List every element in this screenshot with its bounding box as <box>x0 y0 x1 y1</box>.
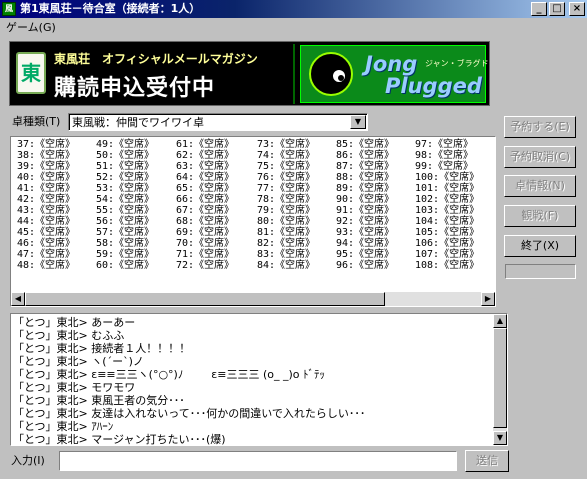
close-button[interactable]: × <box>569 2 585 16</box>
table-column-1[interactable]: 37:《空席》 38:《空席》 39:《空席》 40:《空席》 41:《空席》 … <box>17 139 75 271</box>
chat-input[interactable] <box>59 451 457 471</box>
send-button[interactable]: 送信 <box>465 450 509 472</box>
logo-line1: Jong <box>365 52 418 76</box>
scroll-up-icon[interactable]: ▲ <box>493 314 507 328</box>
ad-banner[interactable]: 東 東風荘 オフィシャルメールマガジン 購読申込受付中 Jong ジャン・ブラグ… <box>9 41 490 106</box>
pupil <box>338 75 344 81</box>
exit-button[interactable]: 終了(X) <box>504 235 576 257</box>
banner-divider <box>293 44 295 104</box>
vertical-scrollbar[interactable]: ▲ ▼ <box>493 314 507 445</box>
maximize-button[interactable]: □ <box>549 2 565 16</box>
chat-line: 「とつ」東北> 接続者１人！！！！ <box>13 342 191 355</box>
table-column-6[interactable]: 97:《空席》 98:《空席》 99:《空席》 100:《空席》 101:《空席… <box>415 139 479 271</box>
mascot-icon <box>309 52 353 96</box>
table-column-2[interactable]: 49:《空席》 50:《空席》 51:《空席》 52:《空席》 53:《空席》 … <box>96 139 154 271</box>
menu-bar: ゲーム(G) <box>0 19 587 37</box>
scroll-thumb[interactable] <box>25 292 385 306</box>
table-info-button[interactable]: 卓情報(N) <box>504 175 576 197</box>
scroll-left-icon[interactable]: ◀ <box>11 292 25 306</box>
chat-line: 「とつ」東北> あーあー <box>13 316 136 329</box>
chat-line: 「とつ」東北> 東風王者の気分･･･ <box>13 394 185 407</box>
logo-kana: ジャン・ブラグド <box>425 59 489 68</box>
chat-line: 「とつ」東北> 友達は入れないって･･･何かの間違いで入れたらしい･･･ <box>13 407 366 420</box>
table-column-5[interactable]: 85:《空席》 86:《空席》 87:《空席》 88:《空席》 89:《空席》 … <box>336 139 394 271</box>
menu-game[interactable]: ゲーム(G) <box>6 19 56 37</box>
minimize-button[interactable]: _ <box>531 2 547 16</box>
reserve-button[interactable]: 予約する(E) <box>504 116 576 138</box>
table-column-3[interactable]: 61:《空席》 62:《空席》 63:《空席》 64:《空席》 65:《空席》 … <box>176 139 234 271</box>
banner-headline: 購読申込受付中 <box>54 76 216 101</box>
table-type-value: 東風戦：仲間でワイワイ卓 <box>72 116 204 129</box>
scroll-thumb[interactable] <box>493 328 507 428</box>
banner-brand: 東風荘 オフィシャルメールマガジン <box>54 52 258 66</box>
jong-plugged-logo: Jong ジャン・ブラグド Plugged <box>300 45 489 103</box>
table-column-4[interactable]: 73:《空席》 74:《空席》 75:《空席》 76:《空席》 77:《空席》 … <box>257 139 315 271</box>
chat-line: 「とつ」東北> ε≡≡三三ヽ(°○°)ﾉ ε≡三三三 (o_ _)o ﾄﾞﾃｯ <box>13 368 326 381</box>
chat-line: 「とつ」東北> マージャン打ちたい･･･(爆) <box>13 433 226 446</box>
mahjong-tile-icon: 東 <box>16 52 46 94</box>
window-title: 第1東風荘－待合室（接続者：1人） <box>20 2 201 15</box>
chat-line: 「とつ」東北> モワモワ <box>13 381 136 394</box>
horizontal-scrollbar[interactable]: ◀ ▶ <box>11 292 495 306</box>
table-type-select[interactable]: 東風戦：仲間でワイワイ卓 ▼ <box>68 113 368 131</box>
spectate-button[interactable]: 観戦(F) <box>504 205 576 227</box>
chat-line: 「とつ」東北> むふふ <box>13 329 125 342</box>
scroll-down-icon[interactable]: ▼ <box>493 431 507 445</box>
input-label: 入力(I) <box>11 454 45 467</box>
chevron-down-icon[interactable]: ▼ <box>350 115 366 129</box>
app-icon[interactable]: 風 <box>2 2 16 16</box>
title-bar[interactable]: 風 第1東風荘－待合室（接続者：1人） _ □ × <box>0 0 587 18</box>
chat-line: 「とつ」東北> ヽ(´ー`)ノ <box>13 355 144 368</box>
status-box <box>505 264 576 279</box>
eye-icon <box>331 68 347 84</box>
table-list[interactable]: 37:《空席》 38:《空席》 39:《空席》 40:《空席》 41:《空席》 … <box>10 136 496 307</box>
cancel-reservation-button[interactable]: 予約取消(C) <box>504 146 576 168</box>
scroll-right-icon[interactable]: ▶ <box>481 292 495 306</box>
table-type-label: 卓種類(T) <box>12 115 61 128</box>
logo-line2: Plugged <box>385 74 482 98</box>
chat-line: 「とつ」東北> ｱﾊｰﾝ <box>13 420 114 433</box>
chat-log[interactable]: 「とつ」東北> あーあー 「とつ」東北> むふふ 「とつ」東北> 接続者１人！！… <box>10 313 508 446</box>
